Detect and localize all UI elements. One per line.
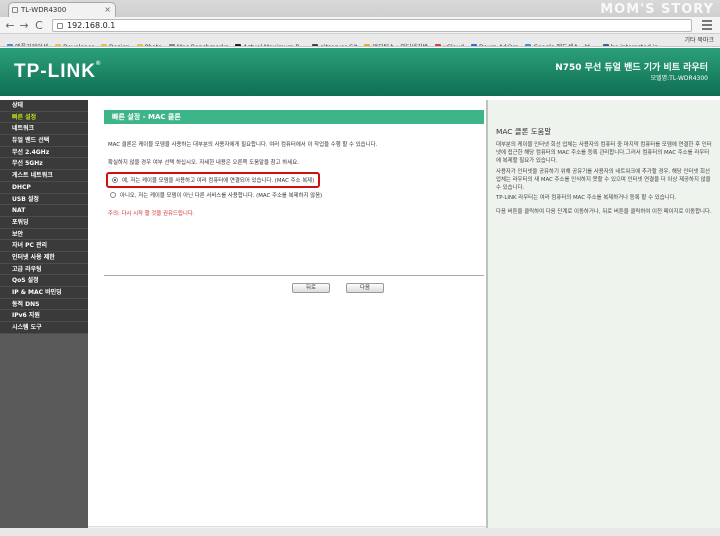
sidebar-item[interactable]: 자녀 PC 관리 (0, 240, 88, 252)
watermark: MOM'S STORY (600, 2, 714, 17)
bookmark-icon (55, 44, 62, 46)
sidebar-item[interactable]: 듀얼 밴드 선택 (0, 135, 88, 147)
help-paragraph: TP-LINK 라우터는 여러 컴퓨터의 MAC 주소를 복제하거나 등록 할 … (496, 195, 677, 201)
sidebar-item[interactable]: IPv6 지원 (0, 310, 88, 323)
router-page: TP-LINK® N750 무선 듀얼 밴드 기가 비트 라우터 모델명:TL-… (0, 48, 720, 536)
sidebar-menu: 상태 빠른 설정 네트워크 듀얼 밴드 선택 무선 2.4GHz 무선 5GHz 게스트 네… (0, 100, 88, 536)
bookmarks-bar: 애플리케이션 Developer Design Photo Mac Benchmarks… (0, 34, 720, 47)
tab-title: TL-WDR4300 (21, 6, 67, 14)
bookmark-icon (7, 44, 13, 46)
help-title: MAC 클론 도움말 (496, 127, 552, 136)
bookmark-icon (136, 44, 143, 46)
sidebar-item[interactable]: 포워딩 (0, 216, 88, 229)
sidebar-item[interactable]: USB 설정 (0, 193, 88, 206)
bookmark-item[interactable]: Mac Benchmarks (168, 41, 228, 46)
sidebar-item[interactable]: 동적 DNS (0, 298, 88, 311)
sidebar-item[interactable]: 무선 2.4GHz (0, 146, 88, 159)
sidebar-item[interactable]: QoS 설정 (0, 275, 88, 287)
other-bookmarks[interactable]: 기타 북마크 (684, 34, 714, 46)
sidebar-item[interactable]: 시스템 도구 (0, 322, 88, 334)
address-bar[interactable]: 192.168.0.1 (52, 19, 692, 32)
option-yes-clone[interactable]: 예, 저는 케이블 모뎀을 사용하고 여러 컴퓨터에 연결되어 있습니다. (M… (106, 172, 321, 188)
bookmark-item[interactable]: 애플리케이션 (7, 41, 48, 46)
bookmark-item[interactable]: Daum Ad@m (470, 41, 518, 46)
bookmark-item[interactable]: Google 애드센스 - 보... (525, 41, 596, 46)
bookmark-item[interactable]: Actual Maximum R... (235, 41, 305, 46)
sidebar-item[interactable]: 인터넷 사용 제한 (0, 251, 88, 264)
main-content: 빠른 설정 - MAC 클론 MAC 클론은 케이블 모뎀을 사용하는 대부분의… (88, 100, 486, 536)
forward-arrow-icon[interactable]: → (18, 19, 30, 32)
instruction-text: 확실하지 않을 경우 여부 선택 하십시오. 자세한 내용은 오른쪽 도움말을 … (108, 160, 299, 166)
sidebar-item[interactable]: DHCP (0, 181, 88, 194)
description-text: MAC 클론은 케이블 모뎀을 사용하는 대부분의 사용자에게 필요합니다. 여… (108, 142, 378, 148)
help-paragraph: 사용자가 인터넷을 공유하기 위해 공유기를 사용자의 네트워크에 추가할 경우… (496, 169, 711, 191)
sidebar-item[interactable]: 게스트 네트워크 (0, 170, 88, 182)
browser-tab[interactable]: TL-WDR4300 × (8, 2, 116, 17)
menu-icon[interactable] (702, 20, 712, 32)
product-title: N750 무선 듀얼 밴드 기가 비트 라우터 (555, 63, 708, 73)
bookmark-item[interactable]: Design (100, 41, 130, 46)
sidebar-item[interactable]: 고급 라우팅 (0, 263, 88, 276)
bookmark-icon (435, 44, 441, 46)
close-tab-icon[interactable]: × (104, 5, 111, 14)
bookmark-icon (100, 44, 107, 46)
bookmark-item[interactable]: Photo (136, 41, 162, 46)
address-text: 192.168.0.1 (67, 21, 116, 30)
divider (104, 275, 484, 276)
bookmark-icon (470, 44, 477, 46)
sidebar-item[interactable]: 무선 5GHz (0, 158, 88, 171)
bookmark-item[interactable]: Developer (55, 41, 94, 46)
help-panel: MAC 클론 도움말 대부분의 케이블 인터넷 회선 업체는 사용자의 컴퓨터 … (486, 100, 720, 536)
option-no-clone[interactable]: 아니오, 저는 케이블 모뎀이 아닌 다른 서비스를 사용합니다. (MAC 주… (106, 189, 326, 201)
bookmark-item[interactable]: be interested in... .. (602, 41, 670, 46)
sidebar-item[interactable]: 네트워크 (0, 123, 88, 136)
router-header: TP-LINK® N750 무선 듀얼 밴드 기가 비트 라우터 모델명:TL-… (0, 48, 720, 96)
browser-tab-bar: TL-WDR4300 × MOM'S STORY (0, 0, 720, 17)
bookmark-icon (235, 44, 242, 46)
bookmark-item[interactable]: gitserver Git (312, 41, 357, 46)
bookmark-icon (312, 44, 319, 46)
help-paragraph: 다음 버튼을 클릭하여 다음 단계로 이동하거나, 뒤로 버튼을 클릭하여 이전… (496, 209, 712, 215)
page-icon (12, 7, 18, 13)
bookmark-item[interactable]: 얼모티스 : 인터넷기반 (364, 41, 428, 46)
bookmark-icon (602, 44, 609, 46)
bookmark-icon (364, 44, 371, 46)
page-icon (57, 23, 63, 29)
sidebar-item[interactable]: NAT (0, 205, 88, 217)
tp-link-logo: TP-LINK® (14, 61, 102, 82)
back-arrow-icon[interactable]: ← (4, 19, 16, 32)
status-bar (0, 528, 720, 536)
sidebar-item[interactable]: 상태 (0, 100, 88, 112)
browser-toolbar: ← → C 192.168.0.1 (0, 17, 720, 34)
page-title: 빠른 설정 - MAC 클론 (104, 110, 484, 124)
sidebar-item[interactable]: IP & MAC 바인딩 (0, 287, 88, 299)
bookmark-item[interactable]: uCloud (435, 41, 464, 46)
next-button[interactable]: 다음 (346, 283, 384, 293)
bookmark-icon (168, 44, 175, 46)
restart-note: 주의: 다시 시작 할 것을 권유드립니다. (108, 211, 195, 217)
back-button[interactable]: 뒤로 (292, 283, 330, 293)
sidebar-item[interactable]: 보안 (0, 228, 88, 241)
bookmark-icon (525, 44, 532, 46)
model-name: 모델명:TL-WDR4300 (650, 75, 708, 82)
radio-yes[interactable] (112, 177, 118, 183)
sidebar-item[interactable]: 빠른 설정 (0, 111, 88, 124)
radio-no[interactable] (110, 192, 116, 198)
reload-icon[interactable]: C (33, 19, 45, 32)
help-paragraph: 대부분의 케이블 인터넷 회선 업체는 사용자의 컴퓨터 중 마지막 컴퓨터를 … (496, 142, 712, 164)
